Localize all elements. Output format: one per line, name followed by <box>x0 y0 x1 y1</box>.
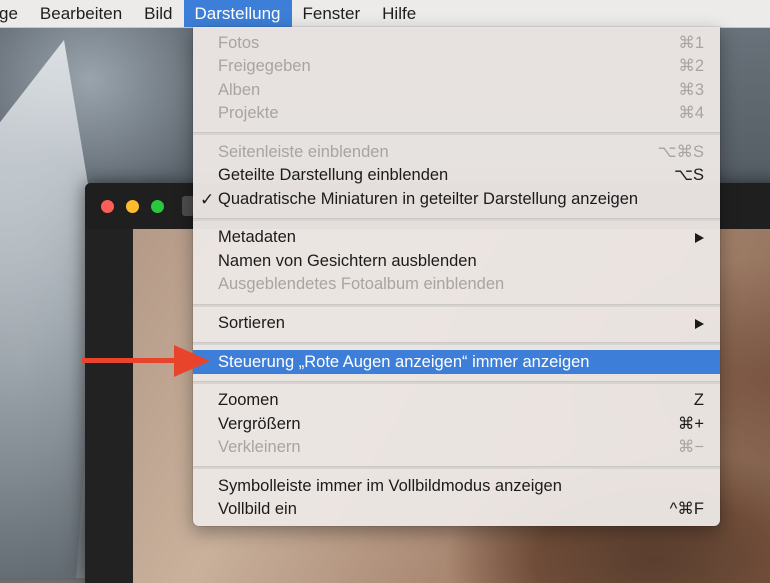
menubar-item-bild[interactable]: Bild <box>133 0 183 27</box>
menu-item-label: Symbolleiste immer im Vollbildmodus anze… <box>218 477 562 495</box>
menu-separator <box>193 304 720 307</box>
menu-item-shortcut: ⌥S <box>673 166 704 184</box>
menu-item-shortcut: ^⌘F <box>669 500 704 518</box>
menu-separator <box>193 342 720 345</box>
menu-item-label: Zoomen <box>218 391 279 409</box>
menu-item-quadratische-miniaturen[interactable]: ✓ Quadratische Miniaturen in geteilter D… <box>193 188 720 211</box>
menu-item-rote-augen[interactable]: Steuerung „Rote Augen anzeigen“ immer an… <box>193 350 720 374</box>
menubar-item-app[interactable]: ge <box>0 0 29 27</box>
menu-item-freigegeben[interactable]: Freigegeben ⌘2 <box>193 55 720 78</box>
menu-item-sortieren[interactable]: Sortieren <box>193 312 720 335</box>
menu-item-label: Quadratische Miniaturen in geteilter Dar… <box>218 190 639 208</box>
menu-separator <box>193 132 720 135</box>
minimize-window-icon[interactable] <box>126 200 139 213</box>
submenu-arrow-icon <box>695 319 704 329</box>
menu-item-metadaten[interactable]: Metadaten <box>193 226 720 249</box>
menu-bar: ge Bearbeiten Bild Darstellung Fenster H… <box>0 0 770 28</box>
menu-item-shortcut: ⌘− <box>677 438 704 456</box>
menu-item-label: Fotos <box>218 34 260 52</box>
menu-item-shortcut: ⌘4 <box>678 104 704 122</box>
menu-item-vollbild-ein[interactable]: Vollbild ein ^⌘F <box>193 498 720 521</box>
menu-item-label: Metadaten <box>218 228 296 246</box>
menu-separator <box>193 218 720 221</box>
menubar-item-bearbeiten[interactable]: Bearbeiten <box>29 0 133 27</box>
menu-item-shortcut: ⌘+ <box>677 415 704 433</box>
menu-item-label: Projekte <box>218 104 279 122</box>
menu-separator <box>193 381 720 384</box>
menu-item-label: Sortieren <box>218 314 285 332</box>
menu-item-fotos[interactable]: Fotos ⌘1 <box>193 32 720 55</box>
close-window-icon[interactable] <box>101 200 114 213</box>
menu-item-label: Geteilte Darstellung einblenden <box>218 166 449 184</box>
menu-item-shortcut: ⌘1 <box>678 34 704 52</box>
menu-item-gesichter-ausblenden[interactable]: Namen von Gesichtern ausblenden <box>193 250 720 273</box>
menu-item-label: Vollbild ein <box>218 500 297 518</box>
fullscreen-window-icon[interactable] <box>151 200 164 213</box>
menubar-item-fenster[interactable]: Fenster <box>292 0 372 27</box>
menu-item-vergroessern[interactable]: Vergrößern ⌘+ <box>193 413 720 436</box>
menu-item-shortcut: ⌥⌘S <box>657 143 704 161</box>
window-sidebar <box>85 229 133 583</box>
checkmark-icon: ✓ <box>200 190 215 209</box>
menu-item-shortcut: ⌘3 <box>678 81 704 99</box>
menubar-item-darstellung[interactable]: Darstellung <box>183 0 292 27</box>
menu-item-label: Freigegeben <box>218 57 311 75</box>
menu-item-label: Ausgeblendetes Fotoalbum einblenden <box>218 275 505 293</box>
menu-item-shortcut: Z <box>693 391 704 409</box>
menu-item-label: Verkleinern <box>218 438 301 456</box>
menu-item-label: Steuerung „Rote Augen anzeigen“ immer an… <box>218 353 590 371</box>
menu-item-label: Alben <box>218 81 261 99</box>
menu-item-ausgeblendetes-album[interactable]: Ausgeblendetes Fotoalbum einblenden <box>193 273 720 296</box>
menu-item-verkleinern[interactable]: Verkleinern ⌘− <box>193 436 720 459</box>
menu-separator <box>193 466 720 469</box>
menu-item-geteilte-darstellung[interactable]: Geteilte Darstellung einblenden ⌥S <box>193 164 720 187</box>
menu-item-projekte[interactable]: Projekte ⌘4 <box>193 102 720 125</box>
menu-item-alben[interactable]: Alben ⌘3 <box>193 79 720 102</box>
darstellung-menu: Fotos ⌘1 Freigegeben ⌘2 Alben ⌘3 Projekt… <box>193 27 720 526</box>
menubar-item-hilfe[interactable]: Hilfe <box>371 0 427 27</box>
menu-item-shortcut: ⌘2 <box>678 57 704 75</box>
submenu-arrow-icon <box>695 233 704 243</box>
menu-item-label: Seitenleiste einblenden <box>218 143 389 161</box>
menu-item-symbolleiste-vollbild[interactable]: Symbolleiste immer im Vollbildmodus anze… <box>193 475 720 498</box>
menu-item-label: Namen von Gesichtern ausblenden <box>218 252 477 270</box>
menu-item-seitenleiste[interactable]: Seitenleiste einblenden ⌥⌘S <box>193 141 720 164</box>
menu-item-zoomen[interactable]: Zoomen Z <box>193 389 720 412</box>
annotation-arrow-icon <box>82 345 210 377</box>
menu-item-label: Vergrößern <box>218 415 301 433</box>
